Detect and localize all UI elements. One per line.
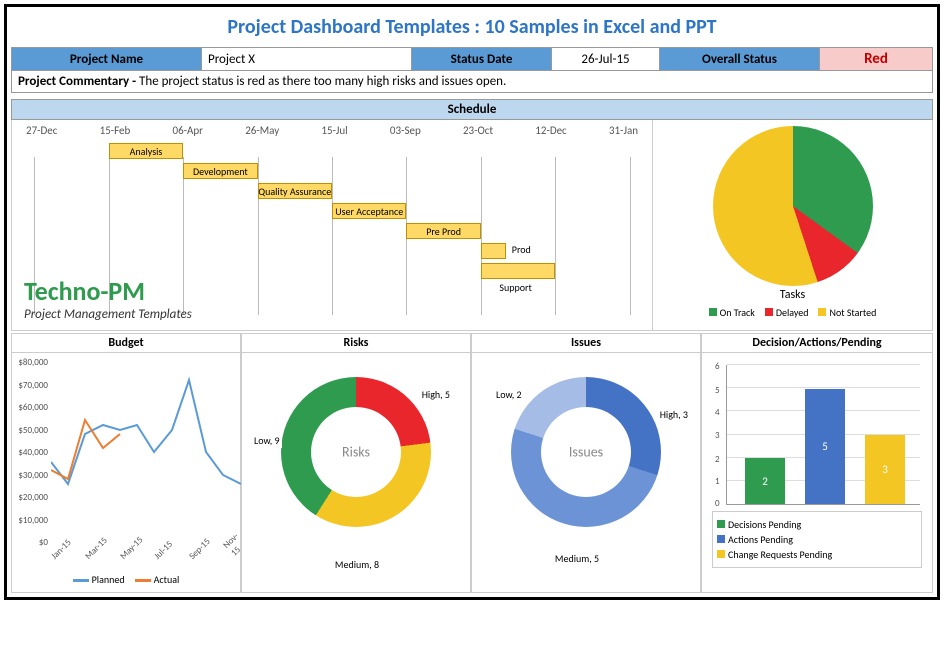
overall-status-value: Red — [820, 48, 932, 70]
legend-item: Delayed — [765, 306, 809, 319]
dap-bar-decisions: 2 — [745, 458, 785, 504]
gantt-date: 26-May — [245, 124, 279, 137]
budget-legend: Planned Actual — [16, 573, 236, 586]
gantt-bar: Analysis — [109, 143, 183, 159]
gantt-bar: Development — [183, 163, 257, 179]
gantt-date: 12-Dec — [535, 124, 566, 137]
legend-item: On Track — [709, 306, 755, 319]
bottom-row: Budget $80,000 $70,000 $60,000 $50,000 $… — [11, 333, 933, 593]
legend-item: Decisions Pending — [717, 518, 917, 531]
commentary: Project Commentary - The project status … — [11, 71, 933, 93]
gantt-date: 15-Feb — [100, 124, 131, 137]
overall-status-label: Overall Status — [660, 48, 820, 70]
issue-label-low: Low, 2 — [494, 387, 524, 402]
gantt-bar: Quality Assurance — [258, 183, 332, 199]
status-date-value[interactable]: 26-Jul-15 — [552, 48, 660, 70]
legend-item: Change Requests Pending — [717, 548, 917, 561]
budget-svg — [51, 362, 241, 542]
gantt-bars: Analysis Development Quality Assurance U… — [22, 143, 642, 293]
issues-center: Issues — [569, 444, 603, 461]
issues-donut: Issues — [511, 377, 661, 527]
legend-item: Actions Pending — [717, 533, 917, 546]
issues-panel: Issues Issues High, 3 Medium, 5 Low, 2 — [471, 333, 701, 593]
risks-panel: Risks Risks High, 5 Medium, 8 Low, 9 — [241, 333, 471, 593]
legend-item: Actual — [135, 573, 180, 586]
gantt-bar-label: Support — [499, 281, 531, 294]
page-title: Project Dashboard Templates : 10 Samples… — [11, 11, 933, 47]
project-name-value[interactable]: Project X — [202, 48, 412, 70]
schedule-body: 27-Dec 15-Feb 06-Apr 26-May 15-Jul 03-Se… — [11, 120, 933, 331]
gantt-bar — [481, 243, 506, 259]
risk-label-med: Medium, 8 — [332, 557, 382, 572]
issues-title: Issues — [472, 334, 700, 353]
legend-item: Planned — [73, 573, 125, 586]
dashboard: Project Dashboard Templates : 10 Samples… — [4, 4, 940, 600]
tasks-pie-title: Tasks — [780, 288, 805, 302]
project-name-label: Project Name — [12, 48, 202, 70]
gantt-date: 27-Dec — [26, 124, 57, 137]
gantt-bar-label: Prod — [512, 243, 531, 256]
gantt-date: 03-Sep — [390, 124, 421, 137]
issue-label-high: High, 3 — [658, 407, 690, 422]
risks-title: Risks — [242, 334, 470, 353]
risks-center: Risks — [342, 444, 370, 461]
header-row: Project Name Project X Status Date 26-Ju… — [11, 47, 933, 71]
logo-tag: Project Management Templates — [24, 307, 192, 322]
gantt-bar: Pre Prod — [406, 223, 480, 239]
dap-chart: 01 23 45 6 2 5 3 — [726, 365, 920, 505]
risk-label-high: High, 5 — [420, 387, 452, 402]
dap-legend: Decisions Pending Actions Pending Change… — [712, 511, 922, 568]
budget-title: Budget — [12, 334, 240, 353]
gantt-axis: 27-Dec 15-Feb 06-Apr 26-May 15-Jul 03-Se… — [22, 124, 642, 137]
schedule-title: Schedule — [11, 99, 933, 120]
gantt-bar: User Acceptance — [332, 203, 406, 219]
dap-bar-changes: 3 — [865, 435, 905, 505]
logo: Techno-PM Project Management Templates — [24, 275, 192, 322]
gantt-date: 15-Jul — [321, 124, 347, 137]
tasks-pie-box: Tasks On Track Delayed Not Started — [652, 120, 932, 330]
legend-item: Not Started — [818, 306, 876, 319]
dap-bar-actions: 5 — [805, 389, 845, 504]
tasks-legend: On Track Delayed Not Started — [709, 306, 877, 319]
logo-name: Techno-PM — [24, 275, 192, 307]
issue-label-med: Medium, 5 — [552, 551, 602, 566]
gantt-date: 23-Oct — [463, 124, 493, 137]
gantt-date: 06-Apr — [173, 124, 204, 137]
budget-chart: $80,000 $70,000 $60,000 $50,000 $40,000 … — [46, 357, 236, 537]
risk-label-low: Low, 9 — [252, 433, 282, 448]
budget-panel: Budget $80,000 $70,000 $60,000 $50,000 $… — [11, 333, 241, 593]
dap-title: Decision/Actions/Pending — [702, 334, 932, 353]
gantt-chart: 27-Dec 15-Feb 06-Apr 26-May 15-Jul 03-Se… — [12, 120, 652, 330]
tasks-pie — [713, 126, 873, 286]
gantt-date: 31-Jan — [609, 124, 638, 137]
gantt-bar — [481, 263, 555, 279]
status-date-label: Status Date — [412, 48, 552, 70]
dap-panel: Decision/Actions/Pending 01 23 45 6 2 5 … — [701, 333, 933, 593]
commentary-label: Project Commentary - — [18, 74, 139, 89]
risks-donut: Risks — [281, 377, 431, 527]
commentary-text: The project status is red as there too m… — [139, 74, 506, 89]
